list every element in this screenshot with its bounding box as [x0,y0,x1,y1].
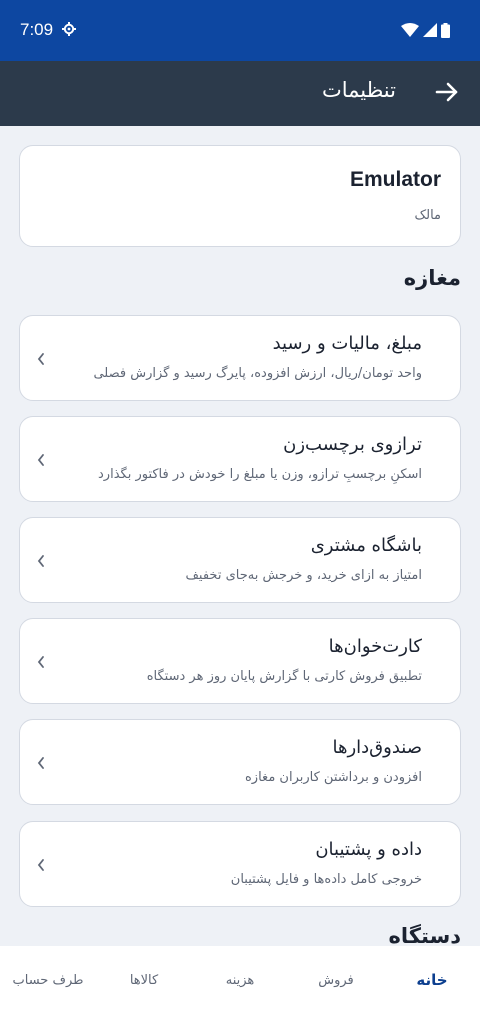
status-icons [401,22,450,38]
setting-title: داده و پشتیبان [315,839,422,860]
page-title: تنظیمات [321,78,396,102]
chevron-left-icon [37,656,44,668]
setting-title: کارت‌خوان‌ها [328,636,422,657]
setting-card-card-readers[interactable]: کارت‌خوان‌ها تطبیق فروش کارتی با گزارش پ… [19,618,461,704]
chevron-left-icon [37,353,44,365]
app-bar: تنظیمات [0,61,480,126]
setting-card-customer-club[interactable]: باشگاه مشتری امتیاز به ازای خرید، و خرجش… [19,517,461,603]
setting-title: مبلغ، مالیات و رسید [272,333,422,354]
chevron-left-icon [37,757,44,769]
section-title-shop: مغازه [403,266,461,290]
arrow-right-icon[interactable] [434,79,460,105]
setting-card-cashiers[interactable]: صندوق‌دارها افزودن و برداشتن کاربران مغا… [19,719,461,805]
wifi-icon [401,23,419,37]
bottom-nav: خانه فروش هزینه کالاها طرف حساب [0,946,480,1018]
nav-item-products[interactable]: کالاها [96,946,192,1018]
status-bar: 7:09 [0,0,480,61]
status-time: 7:09 [20,20,54,39]
profile-card: Emulator مالک [19,145,461,247]
setting-subtitle: واحد تومان/ریال، ارزش افزوده، پایرگ رسید… [93,366,422,381]
setting-subtitle: خروجی کامل داده‌ها و فایل پشتیبان [230,872,422,887]
chevron-left-icon [37,454,44,466]
chevron-left-icon [37,859,44,871]
profile-name: Emulator [349,168,441,191]
battery-icon [441,22,450,38]
nav-item-sales[interactable]: فروش [288,946,384,1018]
profile-role: مالک [414,208,441,223]
nav-item-accounts[interactable]: طرف حساب [0,946,96,1018]
setting-card-data-backup[interactable]: داده و پشتیبان خروجی کامل داده‌ها و فایل… [19,821,461,907]
setting-card-label-scale[interactable]: ترازوی برچسب‌زن اسکنِ برچسبِ ترازو، وزن … [19,416,461,502]
signal-icon [423,23,437,37]
setting-subtitle: افزودن و برداشتن کاربران مغازه [245,770,422,785]
setting-subtitle: اسکنِ برچسبِ ترازو، وزن یا مبلغ را خودش … [98,467,422,482]
settings-gear-icon [62,22,76,36]
nav-item-expenses[interactable]: هزینه [192,946,288,1018]
nav-item-home[interactable]: خانه [384,946,480,1018]
setting-card-amount-tax-receipt[interactable]: مبلغ، مالیات و رسید واحد تومان/ریال، ارز… [19,315,461,401]
chevron-left-icon [37,555,44,567]
setting-title: صندوق‌دارها [332,737,422,758]
setting-subtitle: تطبیق فروش کارتی با گزارش پایان روز هر د… [146,669,422,684]
setting-subtitle: امتیاز به ازای خرید، و خرجش به‌جای تخفیف [185,568,422,583]
setting-title: باشگاه مشتری [310,535,422,556]
setting-title: ترازوی برچسب‌زن [283,434,422,455]
section-title-device: دستگاه [388,924,462,946]
settings-content[interactable]: Emulator مالک مغازه مبلغ، مالیات و رسید … [0,126,480,946]
